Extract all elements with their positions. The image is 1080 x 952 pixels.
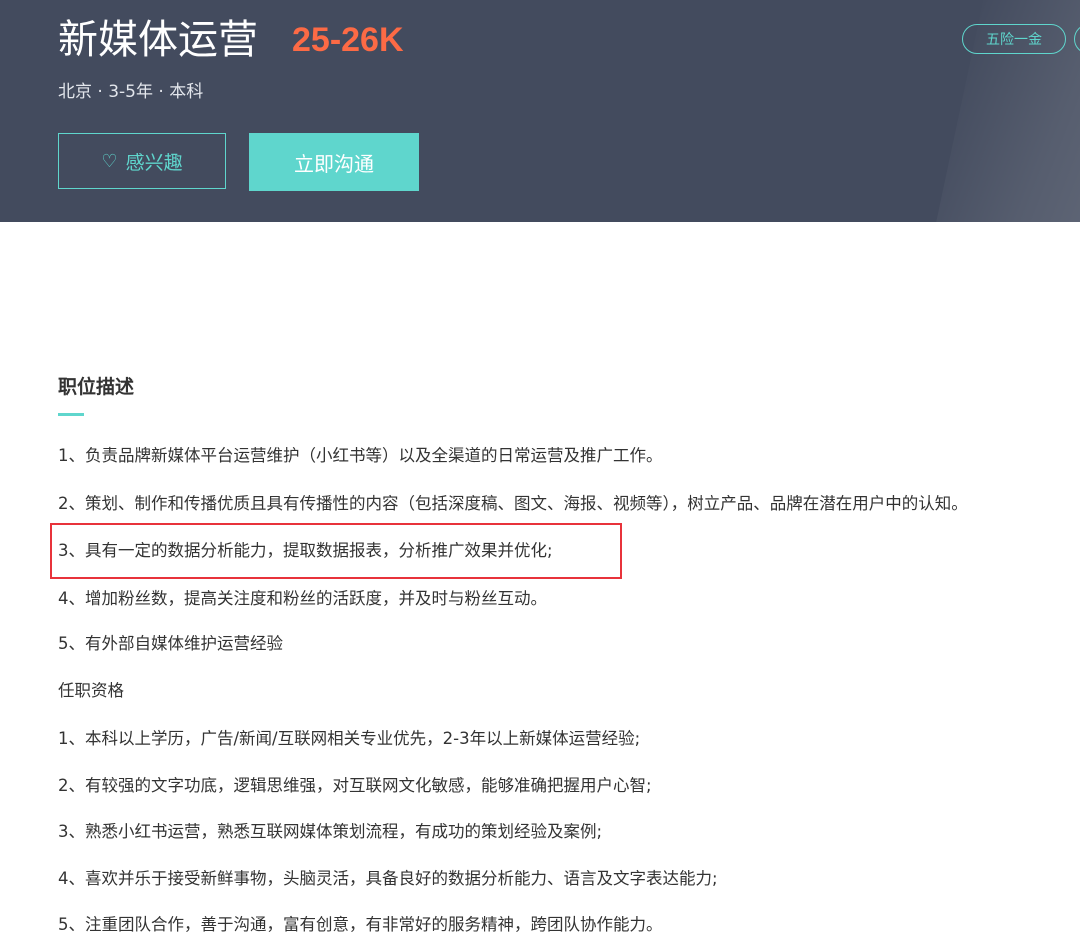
highlight-annotation-box [50,523,622,579]
qualification-item: 4、喜欢并乐于接受新鲜事物，头脑灵活，具备良好的数据分析能力、语言及文字表达能力… [58,869,718,888]
responsibility-item: 4、增加粉丝数，提高关注度和粉丝的活跃度，并及时与粉丝互动。 [58,589,547,608]
qualification-item: 5、注重团队合作，善于沟通，富有创意，有非常好的服务精神，跨团队协作能力。 [58,915,663,934]
responsibility-item: 5、有外部自媒体维护运营经验 [58,634,283,653]
qualification-item: 1、本科以上学历，广告/新闻/互联网相关专业优先，2-3年以上新媒体运营经验; [58,729,641,748]
job-meta: 北京 · 3-5年 · 本科 [58,82,204,102]
qualifications-heading: 任职资格 [58,681,124,700]
title-underline [58,413,84,416]
qualification-item: 2、有较强的文字功底，逻辑思维强，对互联网文化敏感，能够准确把握用户心智; [58,776,652,795]
interest-label: 感兴趣 [125,151,183,174]
chat-now-button[interactable]: 立即沟通 [249,133,419,191]
job-header: 新媒体运营 25-26K 北京 · 3-5年 · 本科 ♡ 感兴趣 立即沟通 五… [0,0,1080,222]
section-title: 职位描述 [58,376,135,398]
job-title: 新媒体运营 [58,17,258,63]
interest-button[interactable]: ♡ 感兴趣 [58,133,226,189]
heart-outline-icon: ♡ [101,150,118,172]
benefit-tag: 五险一金 [962,24,1066,54]
responsibility-item: 2、策划、制作和传播优质且具有传播性的内容（包括深度稿、图文、海报、视频等），树… [58,494,968,513]
responsibility-item: 1、负责品牌新媒体平台运营维护（小红书等）以及全渠道的日常运营及推广工作。 [58,446,663,465]
salary: 25-26K [292,21,404,59]
qualification-item: 3、熟悉小红书运营，熟悉互联网媒体策划流程，有成功的策划经验及案例; [58,822,603,841]
